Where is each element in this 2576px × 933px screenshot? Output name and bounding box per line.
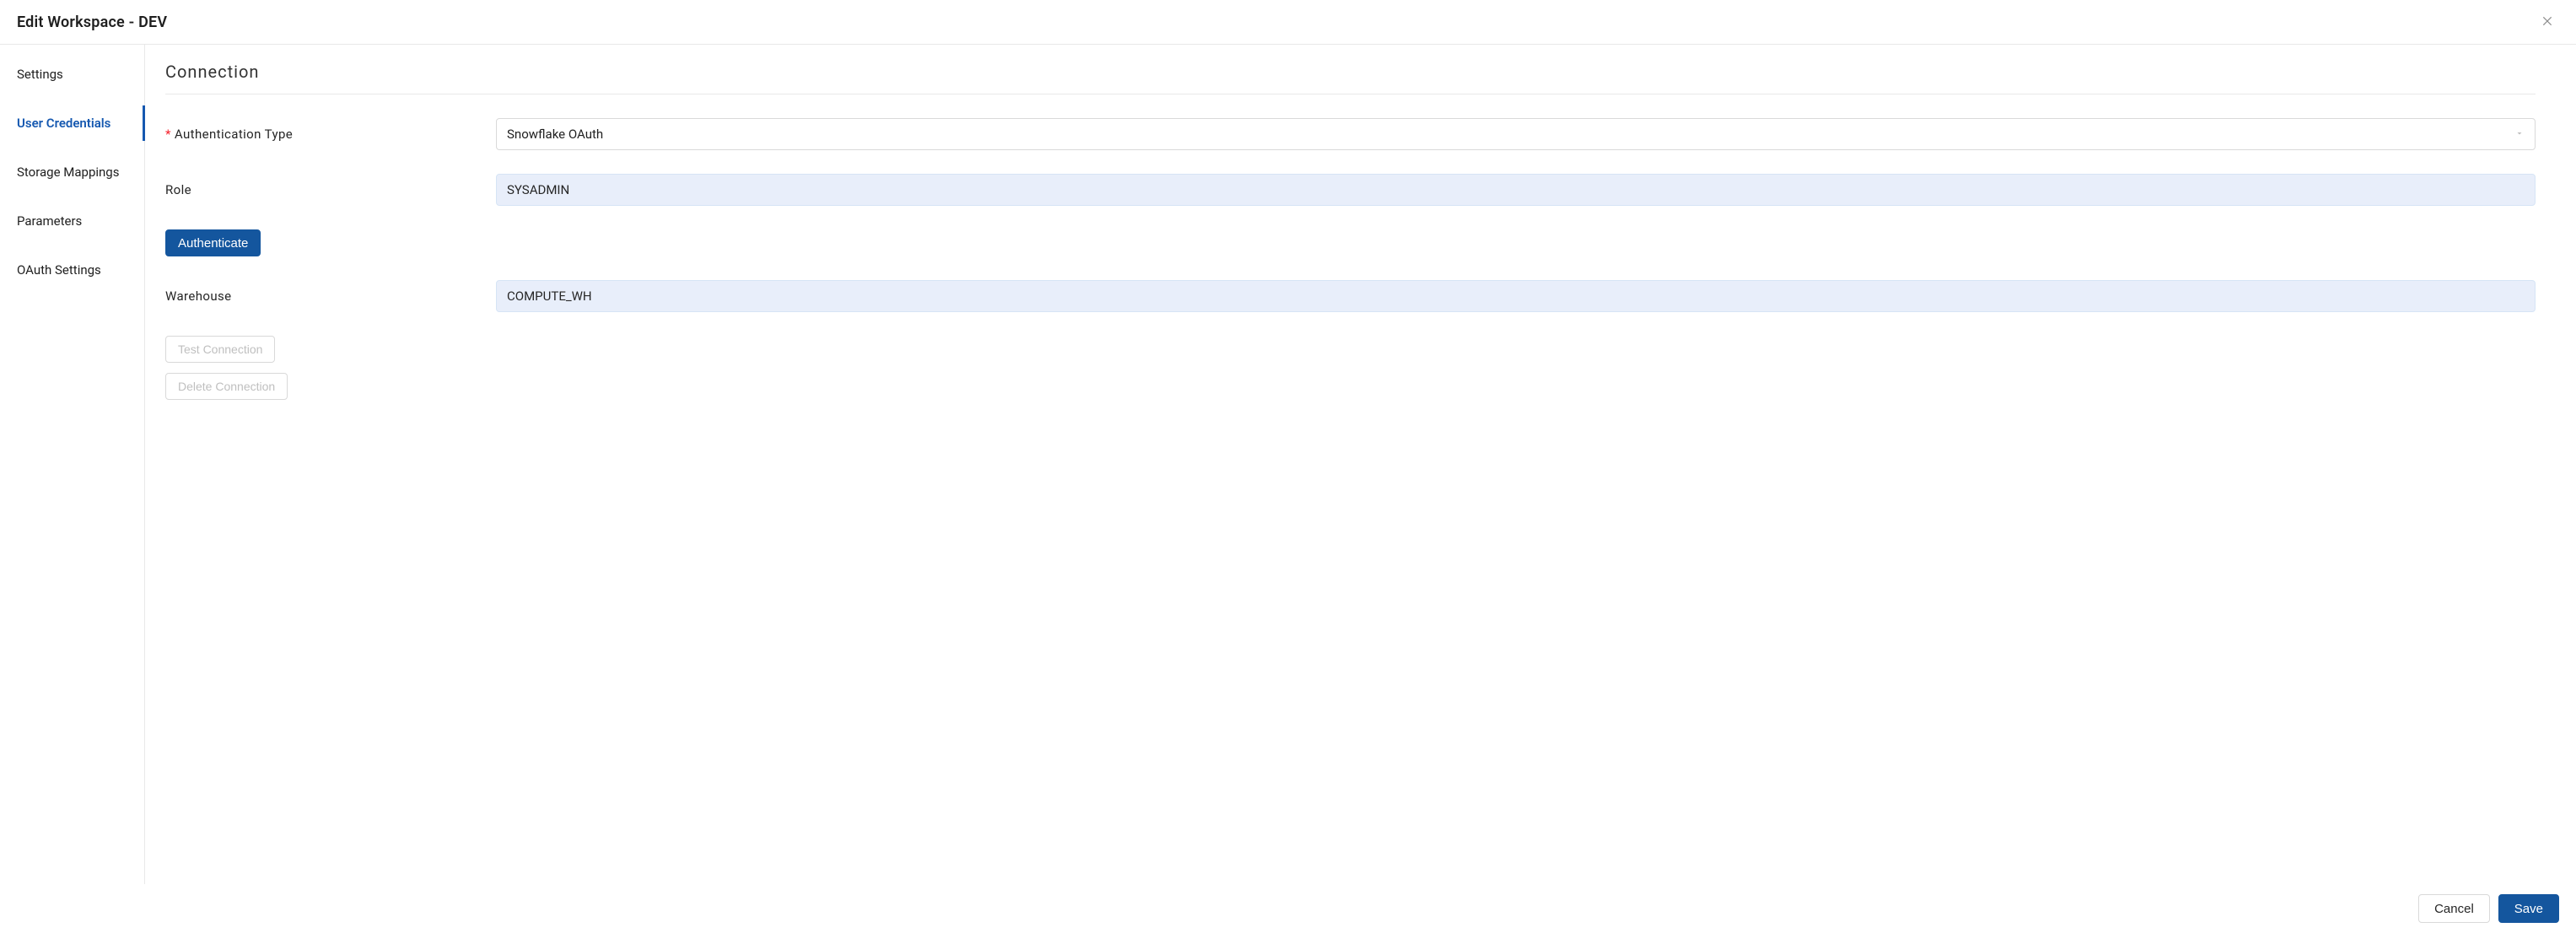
authenticate-button[interactable]: Authenticate [165,229,261,256]
cancel-button[interactable]: Cancel [2418,894,2490,923]
role-input[interactable]: SYSADMIN [496,174,2536,206]
auth-type-label: *Authentication Type [165,127,496,142]
sidebar: Settings User Credentials Storage Mappin… [0,45,145,884]
warehouse-value: COMPUTE_WH [507,289,592,304]
role-value: SYSADMIN [507,182,569,197]
sidebar-item-storage-mappings[interactable]: Storage Mappings [0,154,144,190]
modal-title: Edit Workspace - DEV [17,13,167,31]
role-label: Role [165,182,496,197]
modal-footer: Cancel Save [0,884,2576,933]
auth-type-row: *Authentication Type Snowflake OAuth [165,118,2536,150]
sidebar-item-label: OAuth Settings [17,262,101,278]
secondary-actions: Test Connection Delete Connection [165,336,2536,410]
warehouse-label: Warehouse [165,289,496,304]
content-panel: Connection *Authentication Type Snowflak… [145,45,2576,884]
auth-type-field: Snowflake OAuth [496,118,2536,150]
section-title: Connection [165,62,2536,94]
modal-body: Settings User Credentials Storage Mappin… [0,45,2576,884]
warehouse-field: COMPUTE_WH [496,280,2536,312]
auth-type-select[interactable]: Snowflake OAuth [496,118,2536,150]
chevron-down-icon [2514,127,2525,142]
sidebar-item-label: Parameters [17,213,82,229]
role-row: Role SYSADMIN [165,174,2536,206]
authenticate-row: Authenticate [165,229,2536,256]
close-button[interactable] [2536,10,2559,34]
sidebar-item-label: Storage Mappings [17,164,119,180]
sidebar-item-label: User Credentials [17,116,110,131]
sidebar-item-oauth-settings[interactable]: OAuth Settings [0,252,144,288]
modal-header: Edit Workspace - DEV [0,0,2576,45]
role-field: SYSADMIN [496,174,2536,206]
edit-workspace-modal: Edit Workspace - DEV Settings User Crede… [0,0,2576,933]
sidebar-item-user-credentials[interactable]: User Credentials [0,105,145,141]
sidebar-item-settings[interactable]: Settings [0,57,144,92]
sidebar-item-label: Settings [17,67,63,82]
warehouse-row: Warehouse COMPUTE_WH [165,280,2536,312]
test-connection-button: Test Connection [165,336,275,363]
warehouse-input[interactable]: COMPUTE_WH [496,280,2536,312]
save-button[interactable]: Save [2498,894,2559,923]
close-icon [2541,15,2553,30]
required-mark: * [165,127,171,142]
auth-type-value: Snowflake OAuth [507,127,603,142]
delete-connection-button: Delete Connection [165,373,288,400]
sidebar-item-parameters[interactable]: Parameters [0,203,144,239]
